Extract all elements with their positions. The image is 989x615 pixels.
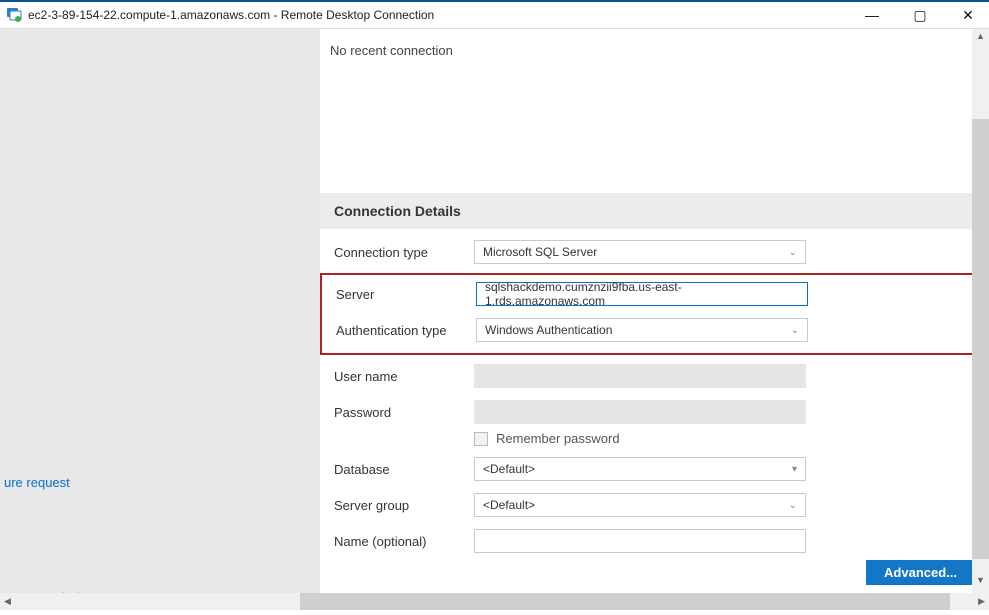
- connection-type-select[interactable]: Microsoft SQL Server ⌄: [474, 240, 806, 264]
- username-row: User name: [334, 363, 967, 389]
- scroll-right-icon[interactable]: ▶: [978, 596, 985, 607]
- remember-password-checkbox[interactable]: [474, 432, 488, 446]
- server-group-label: Server group: [334, 498, 474, 513]
- connection-type-value: Microsoft SQL Server: [483, 245, 597, 259]
- database-form: Database <Default> ▾ Server group <Defau…: [320, 446, 981, 554]
- horizontal-scrollbar[interactable]: ◀ ▶: [0, 593, 989, 610]
- database-select[interactable]: <Default> ▾: [474, 457, 806, 481]
- name-optional-row: Name (optional): [334, 528, 967, 554]
- chevron-down-icon: ⌄: [791, 325, 799, 336]
- connection-type-label: Connection type: [334, 245, 474, 260]
- window-controls: — ▢ ✕: [857, 2, 983, 28]
- scroll-down-icon[interactable]: ▼: [972, 575, 989, 585]
- server-label: Server: [336, 287, 476, 302]
- window-title: ec2-3-89-154-22.compute-1.amazonaws.com …: [28, 8, 857, 22]
- connection-details-header: Connection Details: [320, 193, 981, 229]
- server-group-select[interactable]: <Default> ⌄: [474, 493, 806, 517]
- minimize-button[interactable]: —: [857, 2, 887, 28]
- password-label: Password: [334, 405, 474, 420]
- username-label: User name: [334, 369, 474, 384]
- credentials-form: User name Password: [320, 363, 981, 425]
- advanced-button[interactable]: Advanced...: [866, 560, 975, 585]
- scroll-left-icon[interactable]: ◀: [4, 596, 11, 607]
- no-recent-text: No recent connection: [320, 43, 989, 193]
- name-optional-input[interactable]: [474, 529, 806, 553]
- maximize-button[interactable]: ▢: [905, 2, 935, 28]
- database-label: Database: [334, 462, 474, 477]
- server-group-value: <Default>: [483, 498, 535, 512]
- chevron-down-icon: ⌄: [789, 247, 797, 258]
- password-input: [474, 400, 806, 424]
- client-area: ure request page on startup No recent co…: [0, 28, 989, 610]
- remember-password-row: Remember password: [460, 425, 989, 446]
- name-optional-label: Name (optional): [334, 534, 474, 549]
- close-button[interactable]: ✕: [953, 2, 983, 28]
- server-value: sqlshackdemo.cumznzii9fba.us-east-1.rds.…: [485, 280, 799, 308]
- rdp-icon: [6, 7, 22, 23]
- auth-type-value: Windows Authentication: [485, 323, 612, 337]
- database-value: <Default>: [483, 462, 535, 476]
- server-input[interactable]: sqlshackdemo.cumznzii9fba.us-east-1.rds.…: [476, 282, 808, 306]
- username-input: [474, 364, 806, 388]
- h-scroll-thumb[interactable]: [300, 593, 950, 610]
- v-scroll-thumb[interactable]: [972, 119, 989, 559]
- chevron-down-icon: ⌄: [789, 500, 797, 511]
- highlighted-credentials: Server sqlshackdemo.cumznzii9fba.us-east…: [320, 273, 981, 355]
- caret-down-icon: ▾: [792, 464, 797, 475]
- auth-type-label: Authentication type: [336, 323, 476, 338]
- database-row: Database <Default> ▾: [334, 456, 967, 482]
- connection-type-row: Connection type Microsoft SQL Server ⌄: [334, 239, 967, 265]
- server-group-row: Server group <Default> ⌄: [334, 492, 967, 518]
- vertical-scrollbar[interactable]: ▲ ▼: [972, 29, 989, 599]
- auth-type-select[interactable]: Windows Authentication ⌄: [476, 318, 808, 342]
- password-row: Password: [334, 399, 967, 425]
- titlebar: ec2-3-89-154-22.compute-1.amazonaws.com …: [0, 0, 989, 28]
- feature-request-link[interactable]: ure request: [4, 475, 70, 490]
- auth-type-row: Authentication type Windows Authenticati…: [336, 317, 957, 343]
- scroll-up-icon[interactable]: ▲: [972, 31, 989, 41]
- connection-form: Connection type Microsoft SQL Server ⌄: [320, 229, 981, 265]
- main-panel: No recent connection Connection Details …: [320, 29, 989, 610]
- remember-password-label: Remember password: [496, 431, 620, 446]
- left-panel: ure request page on startup: [0, 29, 320, 610]
- button-row: Advanced...: [320, 554, 989, 593]
- server-row: Server sqlshackdemo.cumznzii9fba.us-east…: [336, 281, 957, 307]
